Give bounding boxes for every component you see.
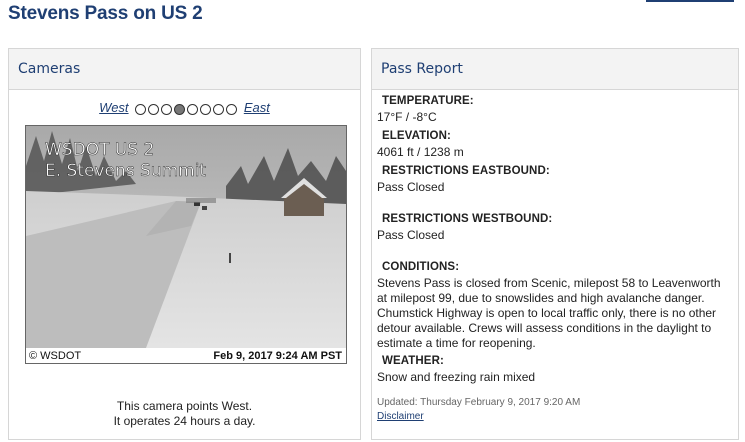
updated-timestamp: Updated: Thursday February 9, 2017 9:20 … — [377, 397, 581, 408]
cameras-heading: Cameras — [9, 49, 360, 90]
west-camera-link[interactable]: West — [99, 100, 128, 115]
camera-image[interactable]: WSDOT US 2 E. Stevens Summit © WSDOT Feb… — [25, 125, 347, 364]
eastbound-label: RESTRICTIONS EASTBOUND: — [382, 165, 550, 177]
conditions-value: Stevens Pass is closed from Scenic, mile… — [377, 276, 721, 350]
temperature-label: TEMPERATURE: — [382, 95, 474, 107]
cameras-panel: Cameras West East WSDOT US 2 E. Stevens … — [8, 48, 361, 440]
camera-overlay-subtitle: E. Stevens Summit — [45, 161, 206, 181]
camera-dot[interactable] — [161, 104, 173, 116]
camera-timestamp: Feb 9, 2017 9:24 AM PST — [213, 350, 342, 362]
camera-dot[interactable] — [135, 104, 147, 116]
camera-copyright: © WSDOT — [29, 350, 81, 362]
pass-report-heading: Pass Report — [372, 49, 738, 90]
westbound-label: RESTRICTIONS WESTBOUND: — [382, 213, 553, 225]
temperature-value: 17°F / -8°C — [377, 110, 437, 124]
camera-dots — [134, 101, 238, 116]
camera-dot[interactable] — [200, 104, 212, 116]
header-link-underline[interactable] — [646, 0, 734, 2]
camera-direction-text: This camera points West. — [116, 399, 253, 413]
elevation-label: ELEVATION: — [382, 130, 451, 142]
camera-caption: This camera points West. It operates 24 … — [9, 399, 360, 429]
eastbound-value: Pass Closed — [377, 180, 445, 194]
camera-dot[interactable] — [226, 104, 238, 116]
camera-dot[interactable] — [213, 104, 225, 116]
westbound-value: Pass Closed — [377, 228, 445, 242]
camera-navigation: West East — [9, 100, 360, 116]
conditions-label: CONDITIONS: — [382, 261, 460, 273]
camera-dot-active[interactable] — [174, 104, 186, 116]
camera-dot[interactable] — [187, 104, 199, 116]
camera-dot[interactable] — [148, 104, 160, 116]
elevation-value: 4061 ft / 1238 m — [377, 145, 464, 159]
page-title: Stevens Pass on US 2 — [8, 3, 203, 24]
weather-value: Snow and freezing rain mixed — [377, 370, 536, 384]
east-camera-link[interactable]: East — [244, 100, 270, 115]
pass-report-panel: Pass Report TEMPERATURE: 17°F / -8°C ELE… — [371, 48, 739, 440]
camera-overlay-title: WSDOT US 2 — [45, 140, 154, 160]
pass-report-body: TEMPERATURE: 17°F / -8°C ELEVATION: 4061… — [377, 95, 733, 422]
disclaimer-link[interactable]: Disclaimer — [377, 411, 424, 422]
camera-hours-text: It operates 24 hours a day. — [113, 414, 256, 428]
weather-label: WEATHER: — [382, 355, 444, 367]
